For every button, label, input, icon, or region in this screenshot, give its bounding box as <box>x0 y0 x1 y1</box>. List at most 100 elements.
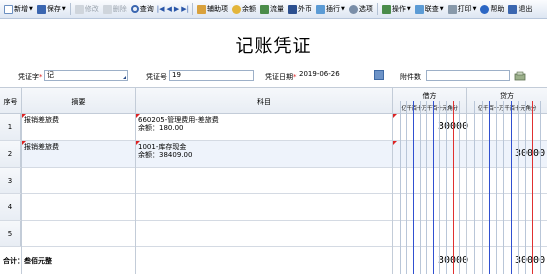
exit-icon <box>508 4 518 14</box>
required-marker <box>22 114 26 118</box>
page-title: 记账凭证 <box>235 36 312 57</box>
row-number: 5 <box>0 221 21 246</box>
col-subject-header: 科目 <box>257 98 271 106</box>
voucher-no-label: 凭证号 <box>146 73 167 81</box>
print-button[interactable]: 打印 ▼ <box>446 2 479 17</box>
chevron-down-icon: ▼ <box>472 6 477 12</box>
row-number: 4 <box>0 194 21 220</box>
total-label: 合计：叁佰元整 <box>3 257 52 265</box>
digit-separator <box>481 101 483 274</box>
chevron-down-icon: ▼ <box>439 6 444 12</box>
aux-button[interactable]: 辅助项 <box>195 2 230 17</box>
required-marker <box>393 141 397 145</box>
attachment-icon[interactable] <box>514 71 526 81</box>
search-button[interactable]: 查询 <box>129 2 156 17</box>
toolbar-separator <box>376 3 378 15</box>
attach-count-label: 附件数 <box>400 73 421 81</box>
currency-icon <box>288 4 297 14</box>
voucher-entry-grid: 序号 摘要 科目 借方 贷方 亿千百十万千百十元角分 亿千百十万千百十元角分 1… <box>0 87 547 274</box>
table-row[interactable]: 1报销差旅费660205-管理费用-差旅费余额：180.0030000 <box>0 114 547 141</box>
new-button[interactable]: 新增 ▼ <box>2 2 35 17</box>
attach-count-field[interactable] <box>426 70 510 81</box>
table-row[interactable]: 5 <box>0 221 547 247</box>
col-debit-header: 借方 <box>422 92 437 100</box>
required-marker <box>136 141 140 145</box>
voucher-date-label: 凭证日期* <box>265 73 297 81</box>
chevron-down-icon: ▼ <box>61 6 66 12</box>
digit-separator <box>426 101 428 274</box>
digit-separator <box>432 101 434 274</box>
col-summary-header: 摘要 <box>71 98 86 106</box>
nav-last-button[interactable]: ▶| <box>180 2 190 17</box>
col-credit-header: 贷方 <box>500 92 514 100</box>
table-row[interactable]: 3 <box>0 168 547 194</box>
toolbar-separator <box>192 3 193 15</box>
options-icon <box>348 4 358 14</box>
insert-row-button[interactable]: 插行 ▼ <box>314 2 347 17</box>
linked-query-button[interactable]: 联查 ▼ <box>413 2 446 17</box>
delete-button[interactable]: 删除 <box>101 2 129 17</box>
voucher-word-combo[interactable]: 记 <box>44 70 128 81</box>
digit-separator <box>459 101 461 274</box>
nav-first-button[interactable]: |◀ <box>156 2 166 17</box>
subject-cell[interactable]: 1001-库存现金 <box>138 143 186 151</box>
digit-separator <box>510 101 512 274</box>
col-seq-header: 序号 <box>3 98 18 106</box>
save-button[interactable]: 保存 ▼ <box>35 2 68 17</box>
nav-prev-button[interactable]: ◀ <box>165 2 172 17</box>
balance-text: 余额：180.00 <box>138 124 184 132</box>
currency-button[interactable]: 外币 <box>286 2 314 17</box>
digit-separator <box>539 101 541 274</box>
subject-cell[interactable]: 660205-管理费用-差旅费 <box>138 116 219 124</box>
print-icon <box>447 4 457 14</box>
edit-icon <box>74 4 84 14</box>
debit-digit-units: 亿千百十万千百十元角分 <box>401 106 458 112</box>
balance-button[interactable]: 余额 <box>230 2 258 17</box>
digit-separator <box>525 101 527 274</box>
summary-cell[interactable]: 报销差旅费 <box>24 116 59 124</box>
exit-button[interactable]: 退出 <box>506 2 534 17</box>
edit-button[interactable]: 修改 <box>73 2 101 17</box>
chevron-down-icon: ▼ <box>341 6 345 12</box>
digit-separator <box>412 101 414 274</box>
grid-header: 序号 摘要 科目 借方 贷方 亿千百十万千百十元角分 亿千百十万千百十元角分 <box>0 87 547 114</box>
table-row[interactable]: 2 报销差旅费 1001-库存现金 余额：38409.00 30000 <box>0 141 547 168</box>
flow-button[interactable]: 流量 <box>258 2 286 17</box>
digit-separator <box>419 101 421 274</box>
operate-button[interactable]: 操作 ▼ <box>380 2 413 17</box>
voucher-word-label: 凭证字* <box>18 73 43 81</box>
grid-footer: 合计：叁佰元整 30000 30000 <box>0 247 547 274</box>
table-row[interactable]: 4 <box>0 194 547 221</box>
new-doc-icon <box>4 4 13 14</box>
save-icon <box>36 4 46 14</box>
chevron-down-icon: ▼ <box>29 6 33 12</box>
chevron-down-icon: ▼ <box>406 6 411 12</box>
column-separator <box>392 87 393 274</box>
column-separator <box>21 87 22 274</box>
help-icon <box>480 4 490 14</box>
delete-icon <box>102 4 112 14</box>
voucher-date-field[interactable]: 2019-06-26 <box>297 70 370 81</box>
combo-dropdown-icon[interactable] <box>123 76 126 79</box>
voucher-no-field[interactable]: 19 <box>169 70 254 81</box>
digit-separator <box>406 101 408 274</box>
help-button[interactable]: 帮助 <box>478 2 506 17</box>
aux-icon <box>197 4 206 14</box>
flow-icon <box>260 4 269 14</box>
digit-separator <box>474 101 476 274</box>
options-button[interactable]: 选项 <box>347 2 375 17</box>
digit-separator <box>439 101 441 274</box>
required-marker <box>136 114 140 118</box>
summary-cell[interactable]: 报销差旅费 <box>24 143 59 151</box>
digit-separator <box>532 101 534 274</box>
nav-next-button[interactable]: ▶ <box>173 2 180 17</box>
digit-separator <box>488 101 490 274</box>
insert-row-icon <box>316 4 325 14</box>
digit-separator <box>503 101 505 274</box>
digit-separator <box>496 101 498 274</box>
calendar-icon[interactable] <box>374 70 384 80</box>
digit-separator <box>399 101 401 274</box>
balance-icon <box>232 4 241 14</box>
digit-separator <box>452 101 454 274</box>
toolbar: 新增 ▼ 保存 ▼ 修改 删除 查询 |◀ ◀ ▶ ▶| 辅助项 余额 流量 外币 … <box>0 0 547 19</box>
